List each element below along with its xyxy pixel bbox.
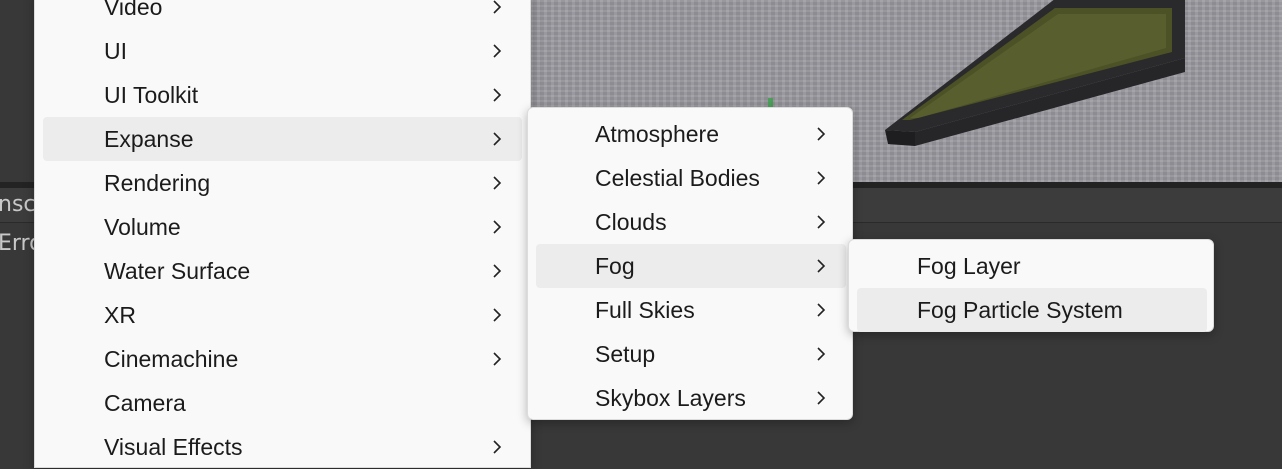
menu-item-rendering[interactable]: Rendering bbox=[43, 161, 522, 205]
menu-item-clouds[interactable]: Clouds bbox=[536, 200, 846, 244]
menu-item-label: Clouds bbox=[595, 209, 667, 235]
menu-item-label: Rendering bbox=[104, 170, 211, 196]
menu-item-ui[interactable]: UI bbox=[43, 29, 522, 73]
chevron-right-icon bbox=[489, 425, 505, 469]
chevron-right-icon bbox=[813, 332, 829, 376]
chevron-right-icon bbox=[813, 156, 829, 200]
menu-item-label: Video bbox=[104, 0, 163, 20]
menu-item-ui-toolkit[interactable]: UI Toolkit bbox=[43, 73, 522, 117]
menu-item-label: UI Toolkit bbox=[104, 82, 199, 108]
chevron-right-icon bbox=[489, 0, 505, 29]
chevron-right-icon bbox=[489, 73, 505, 117]
chevron-right-icon bbox=[813, 288, 829, 332]
menu-item-fog-layer[interactable]: Fog Layer bbox=[857, 244, 1207, 288]
chevron-right-icon bbox=[489, 205, 505, 249]
menu-item-label: Atmosphere bbox=[595, 121, 720, 147]
menu-item-label: Water Surface bbox=[104, 258, 251, 284]
menu-item-label: UI bbox=[104, 38, 127, 64]
menu-item-label: Fog Particle System bbox=[917, 297, 1123, 323]
menu-item-label: Fog Layer bbox=[917, 253, 1021, 279]
menu-item-label: Skybox Layers bbox=[595, 385, 746, 411]
chevron-right-icon bbox=[813, 112, 829, 156]
menu-item-label: Cinemachine bbox=[104, 346, 239, 372]
menu-item-water-surface[interactable]: Water Surface bbox=[43, 249, 522, 293]
console-tab-label[interactable]: nsc bbox=[0, 192, 36, 217]
chevron-right-icon bbox=[489, 117, 505, 161]
menu-item-fog-particle-system[interactable]: Fog Particle System bbox=[857, 288, 1207, 332]
menu-item-label: Setup bbox=[595, 341, 656, 367]
expanse-submenu: Atmosphere Celestial Bodies Clouds Fog F… bbox=[527, 107, 853, 420]
menu-item-label: Full Skies bbox=[595, 297, 695, 323]
chevron-right-icon bbox=[813, 244, 829, 288]
menu-item-celestial-bodies[interactable]: Celestial Bodies bbox=[536, 156, 846, 200]
menu-item-setup[interactable]: Setup bbox=[536, 332, 846, 376]
menu-item-full-skies[interactable]: Full Skies bbox=[536, 288, 846, 332]
main-context-menu: Video UI UI Toolkit Expanse Rendering Vo… bbox=[34, 0, 531, 468]
menu-item-label: Camera bbox=[104, 390, 186, 416]
chevron-right-icon bbox=[489, 161, 505, 205]
menu-item-cinemachine[interactable]: Cinemachine bbox=[43, 337, 522, 381]
menu-item-label: Fog bbox=[595, 253, 635, 279]
menu-item-fog[interactable]: Fog bbox=[536, 244, 846, 288]
menu-item-expanse[interactable]: Expanse bbox=[43, 117, 522, 161]
menu-item-label: Expanse bbox=[104, 126, 194, 152]
menu-item-label: Visual Effects bbox=[104, 434, 243, 460]
menu-item-volume[interactable]: Volume bbox=[43, 205, 522, 249]
menu-item-skybox-layers[interactable]: Skybox Layers bbox=[536, 376, 846, 420]
chevron-right-icon bbox=[813, 200, 829, 244]
chevron-right-icon bbox=[489, 29, 505, 73]
chevron-right-icon bbox=[489, 249, 505, 293]
chevron-right-icon bbox=[813, 376, 829, 420]
menu-item-label: Celestial Bodies bbox=[595, 165, 760, 191]
menu-item-label: Volume bbox=[104, 214, 181, 240]
menu-item-atmosphere[interactable]: Atmosphere bbox=[536, 112, 846, 156]
fog-submenu: Fog Layer Fog Particle System bbox=[848, 239, 1214, 332]
chevron-right-icon bbox=[489, 293, 505, 337]
menu-item-visual-effects[interactable]: Visual Effects bbox=[43, 425, 522, 469]
menu-item-xr[interactable]: XR bbox=[43, 293, 522, 337]
menu-item-camera[interactable]: Camera bbox=[43, 381, 522, 425]
menu-item-label: XR bbox=[104, 302, 136, 328]
chevron-right-icon bbox=[489, 337, 505, 381]
menu-item-video[interactable]: Video bbox=[43, 0, 522, 29]
